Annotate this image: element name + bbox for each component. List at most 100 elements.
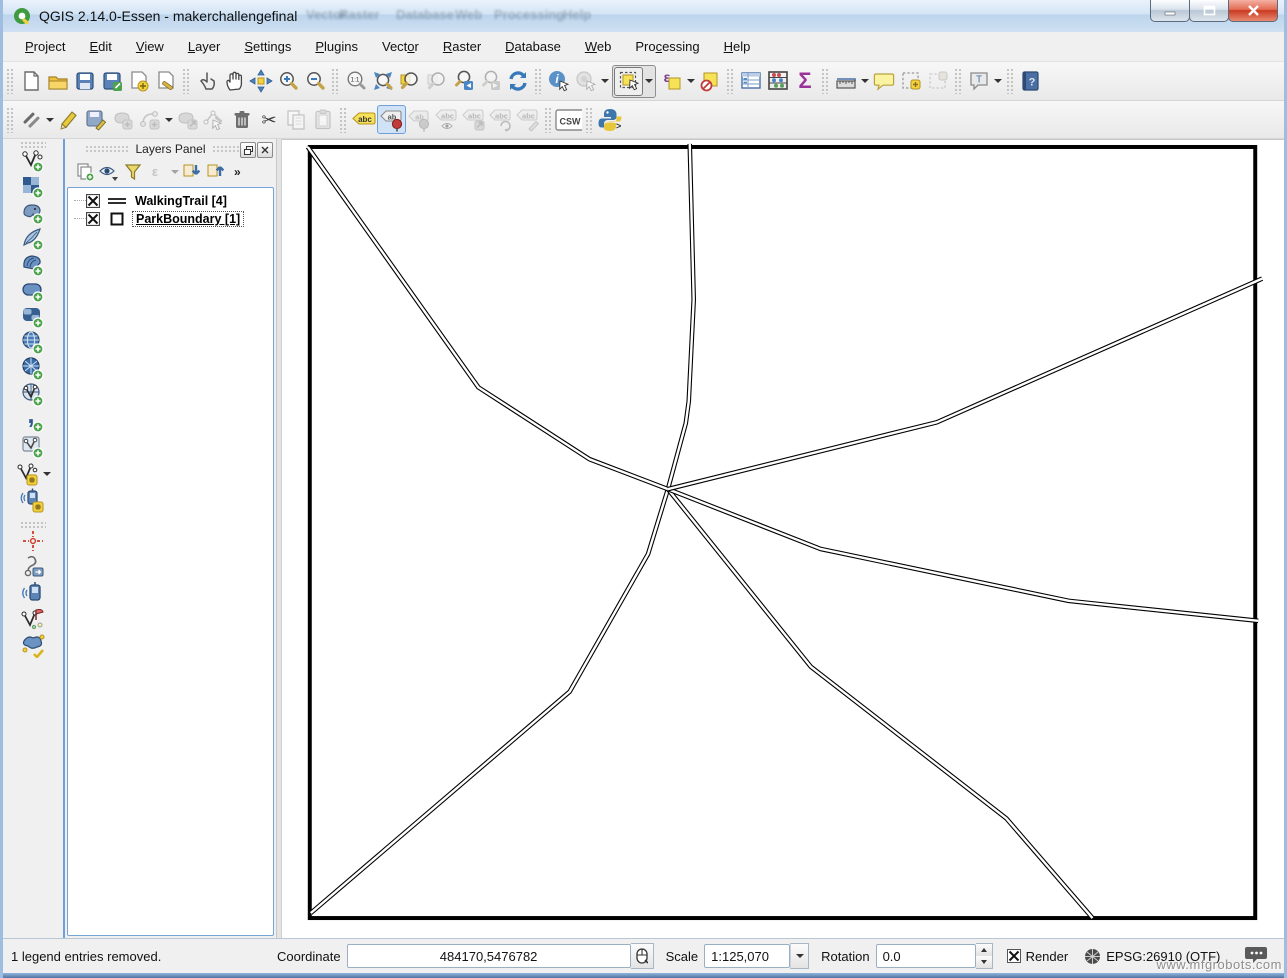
coordinate-capture-button[interactable]: [20, 528, 47, 554]
layer-row-walkingtrail[interactable]: WalkingTrail [4]: [68, 192, 273, 210]
render-checkbox[interactable]: [1007, 949, 1021, 963]
measure-line-button[interactable]: [832, 68, 859, 95]
add-spatialite-layer-button[interactable]: [20, 226, 47, 252]
deselect-all-button[interactable]: [696, 68, 723, 95]
add-delimited-text-layer-button[interactable]: ,: [20, 408, 47, 434]
geometry-checker-button[interactable]: [20, 632, 47, 658]
open-project-button[interactable]: [44, 68, 71, 95]
delete-selected-button[interactable]: [228, 106, 255, 133]
manage-visibility-button[interactable]: [97, 161, 121, 183]
add-raster-layer-button[interactable]: [20, 174, 47, 200]
toolbar-handle[interactable]: [726, 68, 734, 94]
add-vector-layer-button[interactable]: [20, 148, 47, 174]
pin-unpin-labels-button[interactable]: ab: [377, 105, 406, 134]
measure-dropdown[interactable]: [859, 68, 870, 95]
filter-by-expression-button[interactable]: ε: [145, 161, 169, 183]
select-tool-dropdown[interactable]: [643, 68, 654, 95]
zoom-out-button[interactable]: [301, 68, 328, 95]
toolbar-handle[interactable]: [6, 68, 14, 94]
map-tips-button[interactable]: [870, 68, 897, 95]
pan-to-selection-button[interactable]: [247, 68, 274, 95]
menu-view[interactable]: View: [126, 35, 174, 58]
close-button[interactable]: [1228, 0, 1278, 22]
layer-visibility-checkbox[interactable]: [86, 194, 100, 208]
add-circular-string-button[interactable]: [136, 106, 163, 133]
filter-expression-dropdown[interactable]: [169, 159, 180, 186]
touch-zoom-pan-button[interactable]: [193, 68, 220, 95]
toolbar-handle[interactable]: [182, 68, 190, 94]
menu-vector[interactable]: Vector: [372, 35, 429, 58]
feature-action-dropdown[interactable]: [599, 68, 610, 95]
toggle-extents-button[interactable]: [631, 943, 654, 969]
zoom-full-extent-button[interactable]: [369, 68, 396, 95]
change-label-button[interactable]: abc: [514, 106, 541, 133]
field-calculator-button[interactable]: [764, 68, 791, 95]
composer-manager-button[interactable]: [152, 68, 179, 95]
layer-labeling-options-button[interactable]: abc: [350, 106, 377, 133]
add-feature-button[interactable]: [109, 106, 136, 133]
add-mssql-layer-button[interactable]: [20, 252, 47, 278]
map-canvas[interactable]: [282, 139, 1284, 938]
spin-down-icon[interactable]: [976, 956, 992, 968]
add-wfs-layer-button[interactable]: [20, 382, 47, 408]
menu-settings[interactable]: Settings: [234, 35, 301, 58]
menu-raster[interactable]: Raster: [433, 35, 491, 58]
minimize-button[interactable]: [1150, 0, 1190, 22]
open-attribute-table-button[interactable]: [737, 68, 764, 95]
move-label-button[interactable]: abc: [460, 106, 487, 133]
layer-tree[interactable]: WalkingTrail [4]ParkBoundary [1]: [67, 187, 274, 936]
zoom-native-button[interactable]: 1:1: [342, 68, 369, 95]
toolbar-handle[interactable]: [954, 68, 962, 94]
new-temporary-layer-button[interactable]: [14, 461, 41, 487]
coordinate-input[interactable]: 484170,5476782: [347, 944, 631, 968]
toolbar-handle[interactable]: [339, 107, 347, 133]
add-wms-layer-button[interactable]: [20, 330, 47, 356]
toggle-editing-button[interactable]: [55, 106, 82, 133]
menu-plugins[interactable]: Plugins: [305, 35, 368, 58]
dxf2shape-converter-button[interactable]: [20, 554, 47, 580]
refresh-button[interactable]: [504, 68, 531, 95]
select-expression-dropdown[interactable]: [685, 68, 696, 95]
panel-close-button[interactable]: [257, 142, 273, 158]
panel-float-button[interactable]: [240, 142, 256, 158]
node-tool-button[interactable]: [201, 106, 228, 133]
zoom-next-button[interactable]: [477, 68, 504, 95]
toolbar-handle[interactable]: [20, 521, 46, 528]
toolbar-handle[interactable]: [821, 68, 829, 94]
rotate-label-button[interactable]: abc: [487, 106, 514, 133]
add-group-button[interactable]: [73, 161, 97, 183]
layer-visibility-checkbox[interactable]: [86, 212, 100, 226]
new-bookmark-button[interactable]: [897, 68, 924, 95]
move-feature-button[interactable]: [174, 106, 201, 133]
menu-project[interactable]: Project: [15, 35, 75, 58]
python-console-button[interactable]: >: [596, 106, 623, 133]
run-feature-action-button[interactable]: [572, 68, 599, 95]
toolbar-handle[interactable]: [331, 68, 339, 94]
toolbar-handle[interactable]: [544, 107, 552, 133]
circular-string-dropdown[interactable]: [163, 106, 174, 133]
new-composer-button[interactable]: [125, 68, 152, 95]
topology-checker-button[interactable]: [20, 606, 47, 632]
statistical-summary-button[interactable]: Σ: [791, 68, 818, 95]
layer-row-parkboundary[interactable]: ParkBoundary [1]: [68, 210, 273, 228]
rotation-input[interactable]: 0.0: [876, 944, 976, 968]
pan-map-button[interactable]: [220, 68, 247, 95]
new-layer-dropdown[interactable]: [41, 460, 52, 487]
cut-features-button[interactable]: ✂: [255, 106, 282, 133]
zoom-last-button[interactable]: [450, 68, 477, 95]
text-annotation-button[interactable]: T: [965, 68, 992, 95]
menu-edit[interactable]: Edit: [79, 35, 121, 58]
menu-database[interactable]: Database: [495, 35, 571, 58]
metasearch-csw-button[interactable]: CSW: [555, 106, 582, 133]
menu-web[interactable]: Web: [575, 35, 622, 58]
save-project-button[interactable]: [71, 68, 98, 95]
menu-layer[interactable]: Layer: [178, 35, 231, 58]
expand-all-button[interactable]: [180, 161, 204, 183]
maximize-button[interactable]: [1189, 0, 1229, 22]
toolbar-handle[interactable]: [20, 141, 46, 148]
toolbar-handle[interactable]: [1006, 68, 1014, 94]
filter-legend-button[interactable]: [121, 161, 145, 183]
spin-up-icon[interactable]: [976, 944, 992, 956]
save-layer-edits-button[interactable]: [82, 106, 109, 133]
annotation-dropdown[interactable]: [992, 68, 1003, 95]
